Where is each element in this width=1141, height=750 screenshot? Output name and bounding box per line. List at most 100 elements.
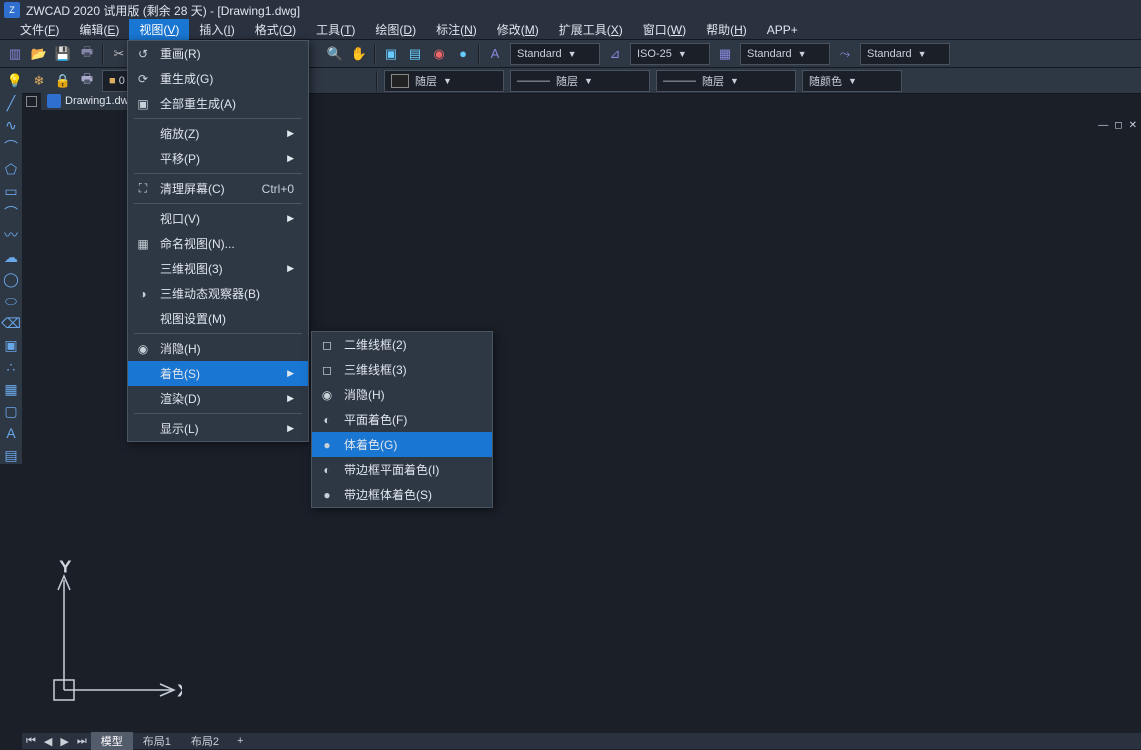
erase-icon[interactable]: ⌫ [2, 314, 20, 332]
menu-item-label: 缩放(Z) [160, 125, 279, 142]
tablestyle-icon[interactable]: ▦ [714, 43, 736, 65]
shade-menu-item[interactable]: ●带边框体着色(S) [312, 482, 492, 507]
line-icon[interactable]: ╱ [2, 94, 20, 112]
menu-item-icon: ◉ [134, 342, 152, 356]
mleaderstyle-icon[interactable]: ⤳ [834, 43, 856, 65]
menu-M[interactable]: 修改(M) [487, 19, 549, 40]
menu-X[interactable]: 扩展工具(X) [549, 19, 633, 40]
open-icon[interactable]: 📂 [28, 43, 50, 65]
menu-H[interactable]: 帮助(H) [696, 19, 757, 40]
view-menu-item[interactable]: ◑三维动态观察器(B) [128, 281, 308, 306]
shade-menu-item[interactable]: ◉消隐(H) [312, 382, 492, 407]
view-menu-item[interactable]: ▣全部重生成(A) [128, 91, 308, 116]
lineweight-combo[interactable]: ———随层▼ [656, 70, 796, 92]
table-icon[interactable]: ▤ [2, 446, 20, 464]
layer-btn-3[interactable]: 🔒 [52, 70, 74, 92]
layout-add-icon[interactable]: + [229, 735, 251, 747]
view-menu-item[interactable]: 显示(L)▶ [128, 416, 308, 441]
zoom-icon[interactable]: 🔍 [324, 43, 346, 65]
plotstyle-combo[interactable]: 随颜色▼ [802, 70, 902, 92]
arc2-icon[interactable]: ⌒ [2, 204, 20, 222]
ellipse-icon[interactable]: ⬭ [2, 292, 20, 310]
view-menu-item[interactable]: ◉消隐(H) [128, 336, 308, 361]
textstyle-icon[interactable]: A [484, 43, 506, 65]
layout-nav-last-icon[interactable]: ⏭ [73, 735, 91, 748]
menu-I[interactable]: 插入(I) [189, 19, 244, 40]
cloud-icon[interactable]: ☁ [2, 248, 20, 266]
mdi-restore-icon[interactable]: ◻ [1114, 120, 1122, 131]
text-style-combo[interactable]: Standard▼ [510, 43, 600, 65]
menu-E[interactable]: 编辑(E) [69, 19, 129, 40]
layout-nav-first-icon[interactable]: ⏮ [22, 735, 40, 748]
new-icon[interactable]: ▥ [4, 43, 26, 65]
menu-bar: 文件(F)编辑(E)视图(V)插入(I)格式(O)工具(T)绘图(D)标注(N)… [0, 20, 1141, 40]
menu-APP+[interactable]: APP+ [757, 21, 808, 39]
submenu-arrow-icon: ▶ [287, 263, 294, 274]
menu-D[interactable]: 绘图(D) [365, 19, 426, 40]
dimstyle-icon[interactable]: ⊿ [604, 43, 626, 65]
menu-item-label: 三维视图(3) [160, 260, 279, 277]
shade-menu-item[interactable]: ●体着色(G) [312, 432, 492, 457]
view-menu-item[interactable]: 缩放(Z)▶ [128, 121, 308, 146]
view-menu-item[interactable]: 视图设置(M) [128, 306, 308, 331]
color-combo[interactable]: 随层▼ [384, 70, 504, 92]
shade-menu-item[interactable]: ◐带边框平面着色(I) [312, 457, 492, 482]
view-menu-item[interactable]: ↺重画(R) [128, 41, 308, 66]
submenu-arrow-icon: ▶ [287, 368, 294, 379]
hatch-icon[interactable]: ▦ [2, 380, 20, 398]
menu-T[interactable]: 工具(T) [306, 19, 365, 40]
text-icon[interactable]: A [2, 424, 20, 442]
point-icon[interactable]: ∴ [2, 358, 20, 376]
menu-V[interactable]: 视图(V) [129, 19, 189, 40]
layout-nav-prev-icon[interactable]: ◀ [40, 735, 56, 748]
layer-btn-2[interactable]: ❄ [28, 70, 50, 92]
tool-icon-4[interactable]: ● [452, 43, 474, 65]
document-tab[interactable]: Drawing1.dwg [41, 92, 141, 110]
layer-btn-1[interactable]: 💡 [4, 70, 26, 92]
menu-N[interactable]: 标注(N) [426, 19, 487, 40]
tool-icon-2[interactable]: ▤ [404, 43, 426, 65]
layer-btn-4[interactable]: 🖶 [76, 70, 98, 92]
polyline-icon[interactable]: ∿ [2, 116, 20, 134]
menu-item-label: 带边框平面着色(I) [344, 461, 478, 478]
layout-tab-2[interactable]: 布局2 [181, 732, 229, 750]
shade-menu-item[interactable]: ◻二维线框(2) [312, 332, 492, 357]
tool-icon-3[interactable]: ◉ [428, 43, 450, 65]
menu-item-label: 着色(S) [160, 365, 279, 382]
view-menu-item[interactable]: ⛶清理屏幕(C)Ctrl+0 [128, 176, 308, 201]
mleader-style-combo[interactable]: Standard▼ [860, 43, 950, 65]
view-menu-item[interactable]: ▦命名视图(N)... [128, 231, 308, 256]
dim-style-combo[interactable]: ISO-25▼ [630, 43, 710, 65]
shade-menu-item[interactable]: ◐平面着色(F) [312, 407, 492, 432]
pan-icon[interactable]: ✋ [348, 43, 370, 65]
print-icon[interactable]: 🖶 [76, 43, 98, 65]
circle-icon[interactable]: ◯ [2, 270, 20, 288]
menu-O[interactable]: 格式(O) [245, 19, 306, 40]
mdi-close-icon[interactable]: ✕ [1129, 120, 1137, 131]
tool-icon-1[interactable]: ▣ [380, 43, 402, 65]
view-menu-item[interactable]: 视口(V)▶ [128, 206, 308, 231]
mdi-minimize-icon[interactable]: — [1098, 120, 1108, 131]
menu-item-label: 消隐(H) [344, 386, 478, 403]
region-icon[interactable]: ▢ [2, 402, 20, 420]
shade-menu-item[interactable]: ◻三维线框(3) [312, 357, 492, 382]
menu-F[interactable]: 文件(F) [10, 19, 69, 40]
save-icon[interactable]: 💾 [52, 43, 74, 65]
view-menu-item[interactable]: 平移(P)▶ [128, 146, 308, 171]
doc-pin[interactable] [26, 96, 37, 107]
view-menu-item[interactable]: ⟳重生成(G) [128, 66, 308, 91]
polygon-icon[interactable]: ⬠ [2, 160, 20, 178]
view-menu-item[interactable]: 渲染(D)▶ [128, 386, 308, 411]
menu-W[interactable]: 窗口(W) [633, 19, 696, 40]
table-style-combo[interactable]: Standard▼ [740, 43, 830, 65]
rectangle-icon[interactable]: ▭ [2, 182, 20, 200]
layout-nav-next-icon[interactable]: ▶ [56, 735, 72, 748]
layout-tab-model[interactable]: 模型 [91, 732, 133, 750]
view-menu-item[interactable]: 着色(S) ▶ [128, 361, 308, 386]
insert-icon[interactable]: ▣ [2, 336, 20, 354]
view-menu-item[interactable]: 三维视图(3) ▶ [128, 256, 308, 281]
linetype-combo[interactable]: ———随层▼ [510, 70, 650, 92]
arc-icon[interactable]: ⌒ [2, 138, 20, 156]
spline-icon[interactable]: 〰 [2, 226, 20, 244]
layout-tab-1[interactable]: 布局1 [133, 732, 181, 750]
